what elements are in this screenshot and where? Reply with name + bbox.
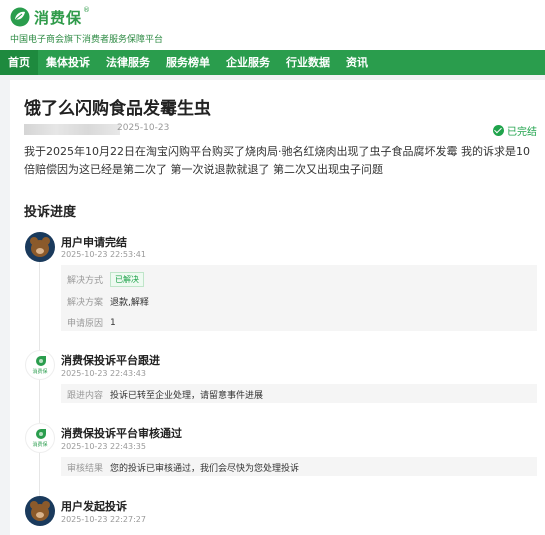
resolved-tag: 已解决 — [110, 272, 144, 287]
status-label: 已完结 — [507, 127, 537, 138]
xiaofeibao-logo-avatar: 消费保 — [25, 423, 55, 453]
bear-avatar — [25, 496, 55, 526]
site-header: 消费保 ® 中国电子商会旗下消费者服务保障平台 — [0, 0, 545, 50]
status-badge: 已完结 — [493, 123, 537, 138]
event-title: 用户发起投诉 — [61, 500, 127, 513]
detail-row: 解决方式 已解决 — [67, 272, 144, 287]
bear-avatar — [25, 232, 55, 262]
event-detail-box: 解决方式 已解决 解决方案 退款,解释 申请原因 1 — [61, 265, 537, 331]
event-time: 2025-10-23 22:53:41 — [61, 250, 146, 259]
nav-industry-data[interactable]: 行业数据 — [278, 50, 338, 75]
nav-rankings[interactable]: 服务榜单 — [158, 50, 218, 75]
progress-heading: 投诉进度 — [24, 205, 77, 220]
event-title: 用户申请完结 — [61, 236, 127, 249]
complaint-card: 饿了么闪购食品发霉生虫 2025-10-23 已完结 我于2025年10月22日… — [10, 80, 545, 535]
complaint-title: 饿了么闪购食品发霉生虫 — [24, 99, 211, 119]
event-time: 2025-10-23 22:43:35 — [61, 442, 146, 451]
leaf-logo-icon — [10, 7, 30, 27]
nav-group-complaint[interactable]: 集体投诉 — [38, 50, 98, 75]
event-detail-box: 审核结果 您的投诉已审核通过，我们会尽快为您处理投诉 — [61, 457, 537, 476]
nav-news[interactable]: 资讯 — [338, 50, 376, 75]
event-time: 2025-10-23 22:43:43 — [61, 369, 146, 378]
xiaofeibao-logo-avatar: 消费保 — [25, 350, 55, 380]
event-detail-box: 跟进内容 投诉已转至企业处理，请留意事件进展 — [61, 384, 537, 403]
brand-tagline: 中国电子商会旗下消费者服务保障平台 — [10, 35, 164, 45]
timeline-line — [39, 246, 40, 516]
detail-row: 解决方案 退款,解释 — [67, 298, 149, 308]
brand-name: 消费保 — [34, 8, 83, 27]
main-nav: 首页 集体投诉 法律服务 服务榜单 企业服务 行业数据 资讯 — [0, 50, 545, 75]
blurred-username — [24, 124, 120, 135]
detail-row: 申请原因 1 — [67, 317, 116, 330]
detail-row: 审核结果 您的投诉已审核通过，我们会尽快为您处理投诉 — [67, 464, 300, 474]
registered-mark: ® — [83, 6, 91, 14]
event-title: 消费保投诉平台审核通过 — [61, 427, 182, 440]
brand-logo[interactable]: 消费保 ® — [10, 6, 90, 28]
event-title: 消费保投诉平台跟进 — [61, 354, 160, 367]
nav-enterprise-service[interactable]: 企业服务 — [218, 50, 278, 75]
detail-row: 跟进内容 投诉已转至企业处理，请留意事件进展 — [67, 391, 264, 401]
complaint-date: 2025-10-23 — [117, 123, 170, 133]
complaint-description: 我于2025年10月22日在淘宝闪购平台购买了烧肉局·驰名红烧肉出现了虫子食品腐… — [24, 145, 530, 176]
event-time: 2025-10-23 22:27:27 — [61, 515, 146, 524]
nav-legal-service[interactable]: 法律服务 — [98, 50, 158, 75]
nav-home[interactable]: 首页 — [0, 50, 38, 75]
check-circle-icon — [493, 125, 504, 136]
